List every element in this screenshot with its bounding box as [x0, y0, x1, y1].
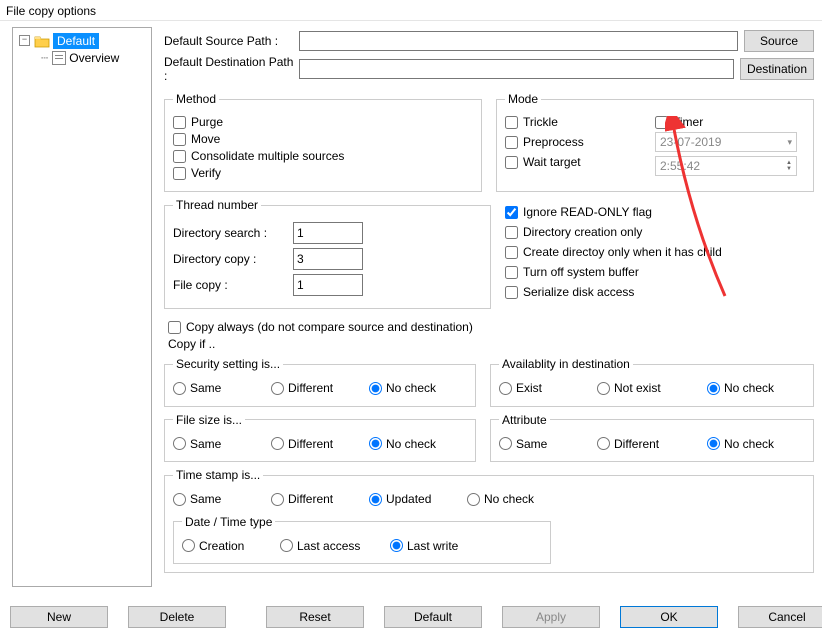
- new-button[interactable]: New: [10, 606, 108, 628]
- attr-nocheck[interactable]: No check: [707, 437, 774, 451]
- ts-nocheck[interactable]: No check: [467, 492, 534, 506]
- timestamp-group: Time stamp is... Same Different Updated …: [164, 468, 814, 573]
- destination-button[interactable]: Destination: [740, 58, 814, 80]
- ts-updated[interactable]: Updated: [369, 492, 431, 506]
- delete-button[interactable]: Delete: [128, 606, 226, 628]
- time-picker[interactable]: 2:55:42▲▼: [655, 156, 797, 176]
- apply-button[interactable]: Apply: [502, 606, 600, 628]
- size-same[interactable]: Same: [173, 437, 221, 451]
- dtt-creation[interactable]: Creation: [182, 539, 244, 553]
- ts-same[interactable]: Same: [173, 492, 221, 506]
- cancel-button[interactable]: Cancel: [738, 606, 822, 628]
- tree-child[interactable]: ┄ Overview: [15, 49, 149, 66]
- trickle-check[interactable]: Trickle: [505, 115, 655, 129]
- dir-copy-label: Directory copy :: [173, 252, 293, 266]
- copy-always-check[interactable]: Copy always (do not compare source and d…: [168, 320, 814, 334]
- method-legend: Method: [173, 92, 219, 106]
- collapse-icon[interactable]: −: [19, 35, 30, 46]
- size-nocheck[interactable]: No check: [369, 437, 436, 451]
- create-child-check[interactable]: Create directoy only when it has child: [505, 245, 814, 259]
- security-group: Security setting is... Same Different No…: [164, 357, 476, 407]
- copy-if-label: Copy if ..: [168, 337, 814, 351]
- move-check[interactable]: Move: [173, 132, 473, 146]
- wait-target-check[interactable]: Wait target: [505, 155, 655, 169]
- folder-icon: [34, 34, 50, 48]
- ok-button[interactable]: OK: [620, 606, 718, 628]
- size-different[interactable]: Different: [271, 437, 333, 451]
- date-picker[interactable]: 23-07-2019▾: [655, 132, 797, 152]
- tree-root-label: Default: [53, 33, 99, 49]
- mode-group: Mode Trickle Preprocess Wait target Time…: [496, 92, 814, 192]
- dropdown-icon: ▾: [787, 137, 792, 148]
- filesize-group: File size is... Same Different No check: [164, 413, 476, 463]
- verify-check[interactable]: Verify: [173, 166, 473, 180]
- purge-check[interactable]: Purge: [173, 115, 473, 129]
- dir-search-label: Directory search :: [173, 226, 293, 240]
- mode-legend: Mode: [505, 92, 541, 106]
- attribute-group: Attribute Same Different No check: [490, 413, 814, 463]
- dest-path-input[interactable]: [299, 59, 734, 79]
- dtt-lastaccess[interactable]: Last access: [280, 539, 360, 553]
- security-different[interactable]: Different: [271, 381, 333, 395]
- dir-search-input[interactable]: [293, 222, 363, 244]
- tree-root[interactable]: − Default: [15, 32, 149, 49]
- availability-group: Availablity in destination Exist Not exi…: [490, 357, 814, 407]
- dir-create-only-check[interactable]: Directory creation only: [505, 225, 814, 239]
- datetime-type-group: Date / Time type Creation Last access La…: [173, 515, 551, 565]
- serialize-check[interactable]: Serialize disk access: [505, 285, 814, 299]
- thread-number-group: Thread number Directory search : Directo…: [164, 198, 491, 309]
- spin-down-icon[interactable]: ▼: [786, 166, 792, 172]
- button-bar: New Delete Reset Default Apply OK Cancel…: [0, 606, 822, 628]
- dir-copy-input[interactable]: [293, 248, 363, 270]
- turn-off-buffer-check[interactable]: Turn off system buffer: [505, 265, 814, 279]
- source-path-input[interactable]: [299, 31, 738, 51]
- window-title: File copy options: [0, 0, 822, 20]
- dtt-lastwrite[interactable]: Last write: [390, 539, 458, 553]
- source-path-label: Default Source Path :: [164, 34, 299, 48]
- timer-check[interactable]: Timer: [655, 115, 805, 129]
- avail-exist[interactable]: Exist: [499, 381, 542, 395]
- dest-path-label: Default Destination Path :: [164, 55, 299, 83]
- security-same[interactable]: Same: [173, 381, 221, 395]
- avail-nocheck[interactable]: No check: [707, 381, 774, 395]
- consolidate-check[interactable]: Consolidate multiple sources: [173, 149, 473, 163]
- attr-same[interactable]: Same: [499, 437, 547, 451]
- default-button[interactable]: Default: [384, 606, 482, 628]
- source-button[interactable]: Source: [744, 30, 814, 52]
- avail-notexist[interactable]: Not exist: [597, 381, 661, 395]
- thread-legend: Thread number: [173, 198, 261, 212]
- profile-tree[interactable]: − Default ┄ Overview: [12, 27, 152, 587]
- tree-line-icon: ┄: [41, 51, 48, 65]
- reset-button[interactable]: Reset: [266, 606, 364, 628]
- attr-different[interactable]: Different: [597, 437, 659, 451]
- page-icon: [52, 51, 66, 65]
- preprocess-check[interactable]: Preprocess: [505, 135, 655, 149]
- file-copy-label: File copy :: [173, 278, 293, 292]
- file-copy-input[interactable]: [293, 274, 363, 296]
- security-nocheck[interactable]: No check: [369, 381, 436, 395]
- tree-child-label: Overview: [69, 51, 119, 65]
- method-group: Method Purge Move Consolidate multiple s…: [164, 92, 482, 192]
- ts-different[interactable]: Different: [271, 492, 333, 506]
- ignore-ro-check[interactable]: Ignore READ-ONLY flag: [505, 205, 814, 219]
